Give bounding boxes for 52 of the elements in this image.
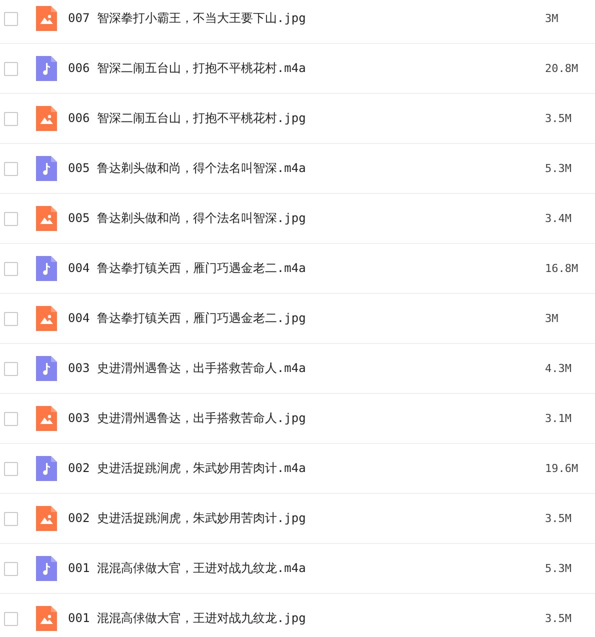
file-size: 20.8M [545, 62, 580, 75]
checkbox[interactable] [4, 212, 18, 226]
checkbox[interactable] [4, 412, 18, 426]
checkbox[interactable] [4, 362, 18, 376]
checkbox[interactable] [4, 12, 18, 26]
image-file-icon [36, 106, 57, 131]
file-size: 3.5M [545, 512, 572, 525]
file-size: 19.6M [545, 462, 580, 475]
image-file-icon [36, 406, 57, 431]
image-file-icon [36, 606, 57, 631]
image-file-icon [36, 506, 57, 531]
audio-file-icon [36, 56, 57, 81]
audio-file-icon [36, 156, 57, 181]
file-size: 3M [545, 12, 560, 25]
file-name[interactable]: 003 史进渭州遇鲁达，出手搭救苦命人.jpg [68, 410, 545, 427]
file-name[interactable]: 007 智深拳打小霸王，不当大王要下山.jpg [68, 10, 545, 27]
audio-file-icon [36, 356, 57, 381]
file-name[interactable]: 002 史进活捉跳涧虎，朱武妙用苦肉计.m4a [68, 460, 545, 477]
checkbox[interactable] [4, 312, 18, 326]
file-size: 3.1M [545, 412, 572, 425]
file-size: 5.3M [545, 162, 572, 175]
file-size: 3.5M [545, 112, 572, 125]
image-file-icon [36, 206, 57, 231]
checkbox[interactable] [4, 162, 18, 176]
checkbox[interactable] [4, 62, 18, 76]
file-name[interactable]: 002 史进活捉跳涧虎，朱武妙用苦肉计.jpg [68, 510, 545, 527]
file-size: 3M [545, 312, 560, 325]
file-name[interactable]: 005 鲁达剃头做和尚，得个法名叫智深.m4a [68, 160, 545, 177]
file-name[interactable]: 006 智深二闹五台山，打抱不平桃花村.m4a [68, 60, 545, 77]
file-name[interactable]: 001 混混高俅做大官，王进对战九纹龙.m4a [68, 560, 545, 577]
file-name[interactable]: 004 鲁达拳打镇关西，雁门巧遇金老二.m4a [68, 260, 545, 277]
file-size: 4.3M [545, 362, 572, 375]
file-size: 16.8M [545, 262, 580, 275]
file-size: 5.3M [545, 562, 572, 575]
file-size: 3.4M [545, 212, 572, 225]
file-name[interactable]: 003 史进渭州遇鲁达，出手搭救苦命人.m4a [68, 360, 545, 377]
file-name[interactable]: 006 智深二闹五台山，打抱不平桃花村.jpg [68, 110, 545, 127]
file-name[interactable]: 004 鲁达拳打镇关西，雁门巧遇金老二.jpg [68, 310, 545, 327]
audio-file-icon [36, 256, 57, 281]
audio-file-icon [36, 556, 57, 581]
file-size: 3.5M [545, 612, 572, 625]
checkbox[interactable] [4, 112, 18, 126]
checkbox[interactable] [4, 562, 18, 576]
file-name[interactable]: 005 鲁达剃头做和尚，得个法名叫智深.jpg [68, 210, 545, 227]
checkbox[interactable] [4, 512, 18, 526]
image-file-icon [36, 306, 57, 331]
checkbox[interactable] [4, 462, 18, 476]
checkbox[interactable] [4, 262, 18, 276]
checkbox[interactable] [4, 612, 18, 626]
audio-file-icon [36, 456, 57, 481]
image-file-icon [36, 6, 57, 31]
file-name[interactable]: 001 混混高俅做大官，王进对战九纹龙.jpg [68, 610, 545, 627]
